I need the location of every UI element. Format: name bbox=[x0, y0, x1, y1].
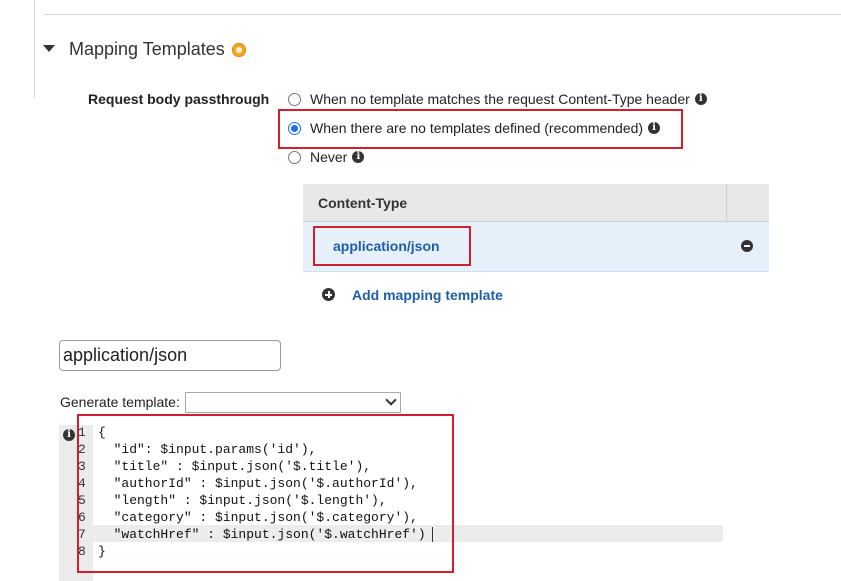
info-icon[interactable]: i bbox=[694, 93, 707, 105]
highlight-box-editor bbox=[77, 414, 454, 573]
section-divider bbox=[44, 14, 841, 15]
generate-template-select[interactable] bbox=[185, 392, 401, 413]
highlight-box-radio bbox=[278, 109, 683, 149]
info-icon[interactable]: i bbox=[63, 429, 75, 441]
section-title[interactable]: Mapping Templates bbox=[69, 39, 225, 60]
radio-option-never[interactable]: Never i bbox=[288, 147, 365, 167]
add-circle-icon[interactable] bbox=[322, 288, 335, 301]
radio-no-match-label[interactable]: When no template matches the request Con… bbox=[310, 91, 690, 107]
radio-no-match[interactable] bbox=[288, 92, 301, 106]
content-type-input[interactable] bbox=[59, 340, 281, 371]
header-column-divider bbox=[726, 184, 727, 222]
chevron-down-icon[interactable] bbox=[385, 394, 397, 406]
add-mapping-template-link[interactable]: Add mapping template bbox=[352, 287, 503, 303]
radio-never-label[interactable]: Never bbox=[310, 149, 347, 165]
collapse-caret-icon[interactable] bbox=[43, 45, 55, 52]
info-icon[interactable]: i bbox=[352, 151, 365, 163]
generate-template-label: Generate template: bbox=[60, 394, 180, 410]
remove-template-icon[interactable] bbox=[741, 240, 753, 252]
highlight-box-content-type bbox=[313, 226, 471, 266]
passthrough-label: Request body passthrough bbox=[88, 91, 270, 107]
content-type-header-label: Content-Type bbox=[318, 195, 408, 211]
left-divider bbox=[34, 0, 35, 98]
radio-option-no-match[interactable]: When no template matches the request Con… bbox=[288, 89, 707, 109]
radio-never[interactable] bbox=[288, 150, 301, 164]
info-orange-icon[interactable] bbox=[232, 43, 246, 57]
